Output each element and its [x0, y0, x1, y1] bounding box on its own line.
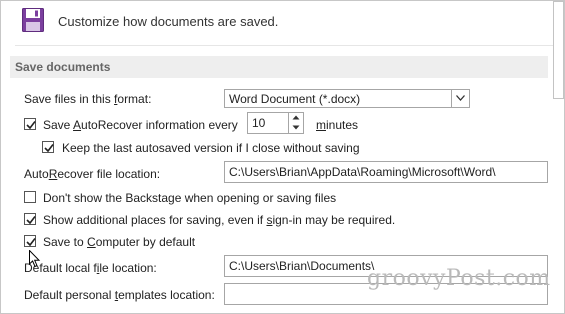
- scrollbar-thumb[interactable]: [553, 1, 564, 99]
- panel-header: Customize how documents are saved.: [1, 1, 564, 45]
- spin-down-icon[interactable]: [288, 123, 303, 133]
- keep-last-autosaved-checkbox[interactable]: [42, 141, 54, 153]
- save-to-computer-label: Save to Computer by default: [43, 235, 196, 249]
- additional-places-label: Show additional places for saving, even …: [43, 213, 396, 227]
- format-label: Save files in this format:: [24, 92, 152, 106]
- save-icon: [22, 8, 44, 32]
- default-local-location-value: C:\Users\Brian\Documents\: [229, 259, 375, 273]
- save-to-computer-checkbox[interactable]: [24, 235, 36, 247]
- autorecover-location-label: AutoRecover file location:: [24, 167, 161, 181]
- autorecover-location-value: C:\Users\Brian\AppData\Roaming\Microsoft…: [229, 165, 496, 179]
- chevron-down-icon[interactable]: [451, 90, 469, 107]
- watermark: groovyPost.com: [367, 266, 551, 291]
- backstage-checkbox[interactable]: [24, 191, 36, 203]
- header-divider: [15, 45, 558, 46]
- section-header: Save documents: [10, 56, 548, 78]
- section-title: Save documents: [15, 60, 111, 74]
- format-select-value: Word Document (*.docx): [229, 92, 361, 106]
- word-options-save-panel: Customize how documents are saved. Save …: [0, 0, 565, 314]
- autorecover-checkbox[interactable]: [24, 118, 36, 130]
- panel-description: Customize how documents are saved.: [58, 14, 279, 29]
- keep-last-autosaved-label: Keep the last autosaved version if I clo…: [62, 141, 360, 155]
- autorecover-interval-stepper[interactable]: 10: [247, 112, 304, 134]
- autorecover-unit: minutes: [316, 118, 359, 132]
- vertical-scrollbar[interactable]: [551, 1, 564, 313]
- autorecover-interval-value: 10: [252, 116, 266, 130]
- additional-places-checkbox[interactable]: [24, 213, 36, 225]
- mouse-cursor-icon: [29, 249, 41, 271]
- autorecover-label: Save AutoRecover information every: [43, 118, 238, 132]
- default-local-location-label: Default local file location:: [24, 261, 157, 275]
- personal-templates-label: Default personal templates location:: [24, 288, 215, 302]
- backstage-label: Don't show the Backstage when opening or…: [43, 191, 337, 205]
- autorecover-location-field[interactable]: C:\Users\Brian\AppData\Roaming\Microsoft…: [224, 161, 548, 183]
- format-select[interactable]: Word Document (*.docx): [224, 89, 470, 108]
